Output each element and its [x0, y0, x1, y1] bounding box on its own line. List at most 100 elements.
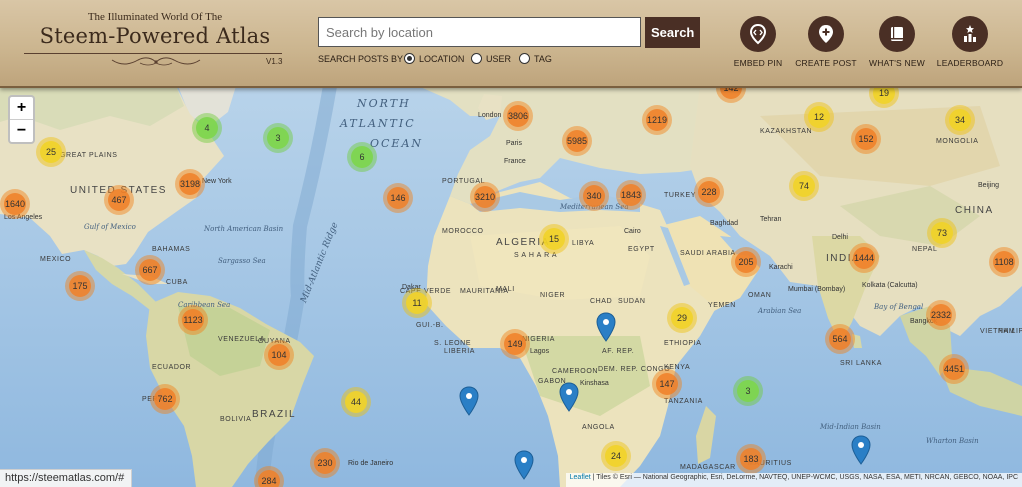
- map-label: Beijing: [978, 182, 1000, 189]
- map-label: MAURITANIA: [460, 288, 509, 295]
- marker-cluster[interactable]: 11: [402, 288, 432, 318]
- marker-cluster[interactable]: 15: [539, 224, 569, 254]
- marker-cluster[interactable]: 1843: [616, 180, 646, 210]
- map-pin-angola[interactable]: [514, 450, 534, 480]
- map-label: Arabian Sea: [758, 307, 802, 315]
- map-label: ECUADOR: [152, 364, 192, 371]
- marker-cluster[interactable]: 3806: [503, 101, 533, 131]
- marker-cluster[interactable]: 6: [347, 142, 377, 172]
- leaflet-link[interactable]: Leaflet: [570, 474, 591, 481]
- map-pin-gabon[interactable]: [559, 382, 579, 412]
- marker-cluster[interactable]: 5985: [562, 126, 592, 156]
- marker-cluster[interactable]: 147: [652, 369, 682, 399]
- marker-cluster[interactable]: 29: [667, 303, 697, 333]
- marker-cluster[interactable]: 12: [804, 102, 834, 132]
- marker-cluster-count: 230: [314, 452, 336, 474]
- marker-cluster-count: 74: [793, 175, 815, 197]
- marker-cluster[interactable]: 667: [135, 255, 165, 285]
- map-pin-central-africa[interactable]: [596, 312, 616, 342]
- map-label: AF. REP.: [602, 348, 635, 355]
- map-label: Paris: [506, 140, 522, 147]
- marker-cluster[interactable]: 3198: [175, 169, 205, 199]
- marker-cluster[interactable]: 228: [694, 177, 724, 207]
- marker-cluster[interactable]: 73: [927, 218, 957, 248]
- map-label: MEXICO: [40, 256, 72, 263]
- marker-cluster[interactable]: 3: [733, 376, 763, 406]
- marker-cluster-count: 19: [873, 86, 895, 104]
- create-post-button[interactable]: CREATE POST: [786, 16, 866, 68]
- marker-cluster-count: 564: [829, 328, 851, 350]
- leaderboard-button[interactable]: LEADERBOARD: [930, 16, 1010, 68]
- map-label: BAHAMAS: [152, 246, 191, 253]
- marker-cluster-count: 73: [931, 222, 953, 244]
- create-post-icon: [808, 16, 844, 52]
- marker-cluster-count: 2332: [930, 304, 952, 326]
- map-pin-indian-ocean[interactable]: [851, 435, 871, 465]
- radio-location-indicator[interactable]: [404, 53, 415, 64]
- marker-cluster[interactable]: 1640: [0, 189, 30, 219]
- search-input[interactable]: [318, 17, 641, 47]
- marker-cluster[interactable]: 3210: [470, 182, 500, 212]
- map-label: LIBERIA: [444, 348, 476, 355]
- marker-cluster[interactable]: 152: [851, 124, 881, 154]
- marker-cluster[interactable]: 467: [104, 185, 134, 215]
- map-label: EGYPT: [628, 246, 655, 253]
- marker-cluster-count: 762: [154, 388, 176, 410]
- marker-cluster[interactable]: 183: [736, 444, 766, 474]
- marker-cluster[interactable]: 2332: [926, 300, 956, 330]
- marker-cluster[interactable]: 24: [601, 441, 631, 471]
- search-filter-label: SEARCH POSTS BY: [318, 54, 404, 64]
- marker-cluster[interactable]: 4: [192, 113, 222, 143]
- marker-cluster[interactable]: 340: [579, 181, 609, 211]
- map-label: OMAN: [748, 292, 772, 299]
- marker-cluster[interactable]: 175: [65, 271, 95, 301]
- marker-cluster-count: 3198: [179, 173, 201, 195]
- marker-cluster-count: 24: [605, 445, 627, 467]
- map-label: MONGOLIA: [936, 138, 979, 145]
- map-label: Cairo: [624, 228, 641, 235]
- marker-cluster[interactable]: 762: [150, 384, 180, 414]
- marker-cluster-count: 340: [583, 185, 605, 207]
- marker-cluster[interactable]: 104: [264, 340, 294, 370]
- marker-cluster[interactable]: 149: [500, 329, 530, 359]
- radio-user-indicator[interactable]: [471, 53, 482, 64]
- radio-tag-label: TAG: [534, 53, 552, 64]
- whats-new-icon: [879, 16, 915, 52]
- map-label: Sargasso Sea: [218, 257, 266, 265]
- marker-cluster[interactable]: 4451: [939, 354, 969, 384]
- map-label: NIGER: [540, 292, 566, 299]
- marker-cluster[interactable]: 146: [383, 183, 413, 213]
- map-label: NORTH: [357, 97, 411, 110]
- map-label: Bay of Bengal: [874, 303, 924, 311]
- map-label: CHAD: [590, 298, 613, 305]
- zoom-in-button[interactable]: +: [10, 97, 33, 120]
- marker-cluster-count: 175: [69, 275, 91, 297]
- logo-title[interactable]: Steem-Powered Atlas: [24, 24, 286, 48]
- map-label: OCEAN: [370, 137, 424, 150]
- radio-tag[interactable]: TAG: [519, 53, 552, 64]
- marker-cluster[interactable]: 34: [945, 105, 975, 135]
- map-pin-south-atlantic[interactable]: [459, 386, 479, 416]
- marker-cluster[interactable]: 1219: [642, 105, 672, 135]
- radio-location[interactable]: LOCATION: [404, 53, 464, 64]
- marker-cluster[interactable]: 205: [731, 247, 761, 277]
- radio-tag-indicator[interactable]: [519, 53, 530, 64]
- map-label: Rio de Janeiro: [348, 460, 394, 467]
- marker-cluster[interactable]: 74: [789, 171, 819, 201]
- marker-cluster[interactable]: 1123: [178, 305, 208, 335]
- marker-cluster[interactable]: 44: [341, 387, 371, 417]
- radio-user[interactable]: USER: [471, 53, 511, 64]
- marker-cluster[interactable]: 1444: [849, 243, 879, 273]
- marker-cluster[interactable]: 564: [825, 324, 855, 354]
- world-map[interactable]: NORTH ATLANTIC OCEAN Mid-Atlantic Ridge KAZA…: [0, 86, 1022, 487]
- map-label: Lagos: [530, 348, 550, 355]
- marker-cluster[interactable]: 1108: [989, 247, 1019, 277]
- zoom-out-button[interactable]: −: [10, 120, 33, 142]
- marker-cluster-count: 5985: [566, 130, 588, 152]
- leaderboard-icon: [952, 16, 988, 52]
- marker-cluster[interactable]: 230: [310, 448, 340, 478]
- marker-cluster[interactable]: 25: [36, 137, 66, 167]
- search-button[interactable]: Search: [645, 17, 700, 48]
- marker-cluster[interactable]: 3: [263, 123, 293, 153]
- whats-new-button[interactable]: WHAT'S NEW: [857, 16, 937, 68]
